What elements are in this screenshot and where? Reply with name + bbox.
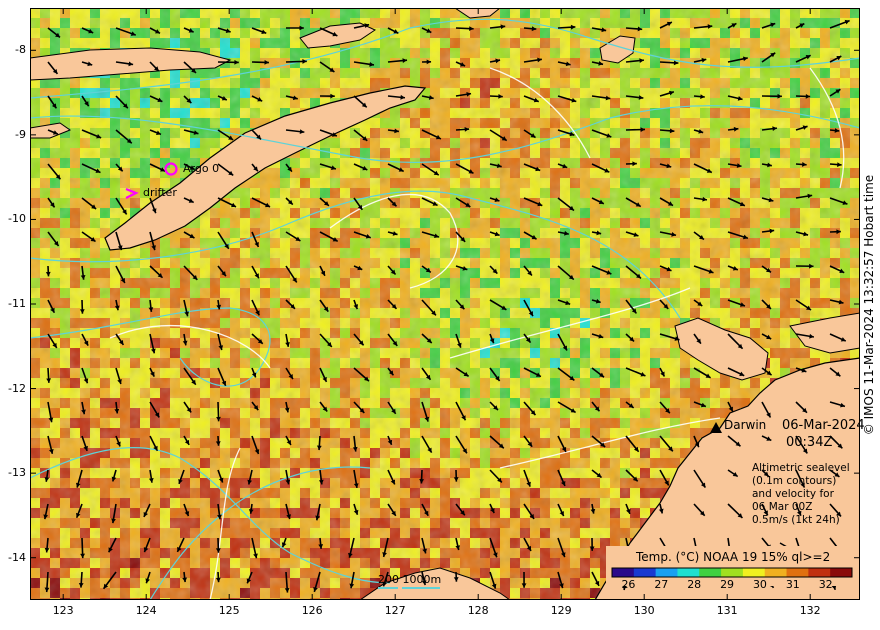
sst-map[interactable] — [30, 8, 860, 600]
map-frame[interactable] — [30, 8, 860, 600]
